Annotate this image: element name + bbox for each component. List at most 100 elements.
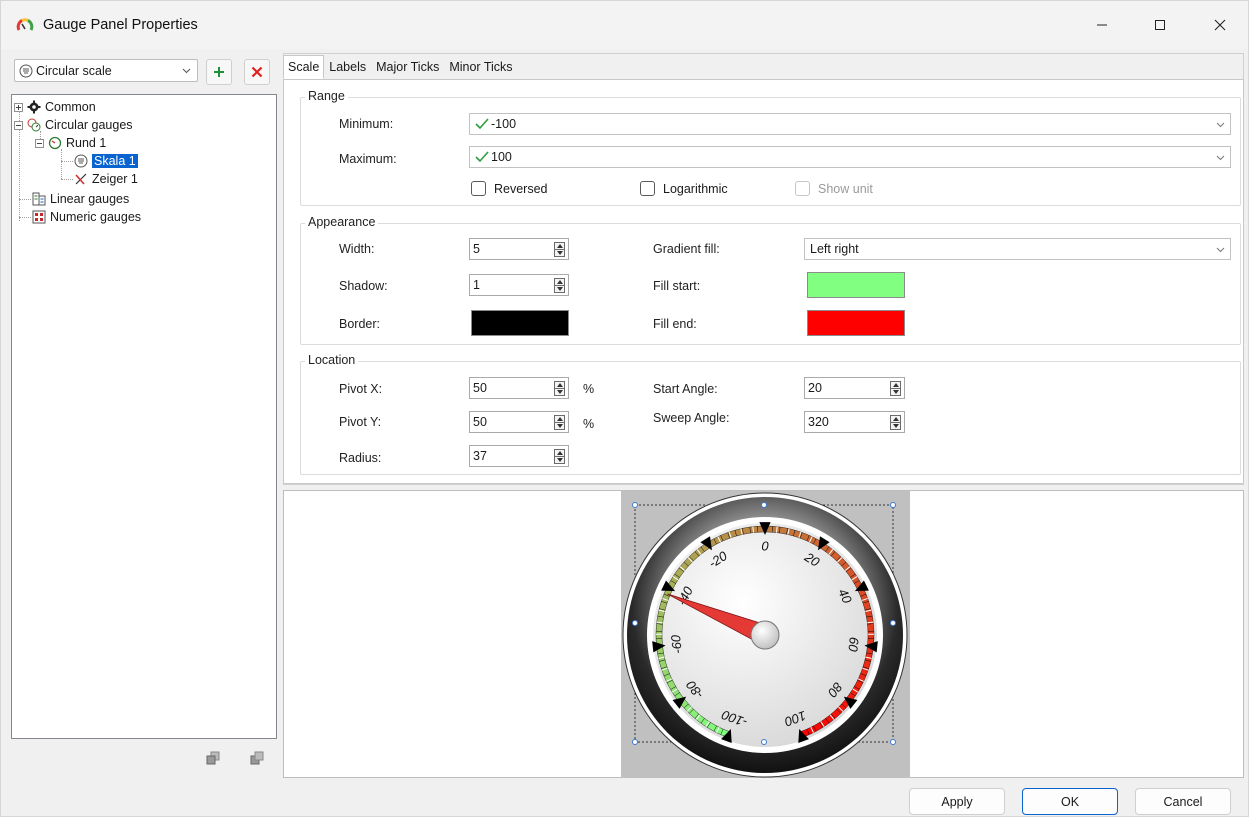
shadow-label: Shadow: bbox=[339, 279, 388, 293]
move-down-button[interactable] bbox=[246, 747, 268, 769]
maximum-label: Maximum: bbox=[339, 152, 397, 166]
tree-item-linear-gauges[interactable]: Linear gauges bbox=[32, 190, 129, 208]
minor-tick bbox=[656, 621, 663, 624]
range-title: Range bbox=[305, 89, 348, 103]
logarithmic-checkbox[interactable]: Logarithmic bbox=[640, 181, 728, 196]
window-title: Gauge Panel Properties bbox=[43, 17, 198, 33]
checkbox-box[interactable] bbox=[640, 181, 655, 196]
pivot-x-label: Pivot X: bbox=[339, 382, 383, 396]
minimize-button[interactable] bbox=[1079, 9, 1125, 41]
tree-item-label: Numeric gauges bbox=[50, 210, 142, 224]
tree-item-label: Zeiger 1 bbox=[92, 172, 138, 186]
fill-start-color-swatch[interactable] bbox=[807, 272, 905, 298]
circular-gauges-icon bbox=[27, 118, 41, 132]
delete-x-icon bbox=[251, 66, 263, 78]
tree-item-label: Common bbox=[45, 100, 96, 114]
maximum-field[interactable]: 100 bbox=[469, 146, 1231, 168]
reversed-checkbox[interactable]: Reversed bbox=[471, 181, 548, 196]
location-group bbox=[300, 361, 1241, 475]
shadow-spinner[interactable]: 1 bbox=[469, 274, 569, 296]
show-unit-label: Show unit bbox=[818, 181, 873, 196]
minor-tick bbox=[775, 526, 778, 533]
needle-icon bbox=[75, 173, 87, 185]
checkbox-box bbox=[795, 181, 810, 196]
gauge-app-icon bbox=[16, 18, 34, 31]
border-color-swatch[interactable] bbox=[471, 310, 569, 336]
gauge-icon bbox=[48, 136, 62, 150]
chevron-down-icon[interactable] bbox=[1216, 153, 1225, 162]
scale-type-value: Circular scale bbox=[36, 63, 112, 78]
checkmark-icon bbox=[475, 151, 489, 163]
gradient-fill-label: Gradient fill: bbox=[653, 242, 720, 256]
tree-item-circular-gauges[interactable]: Circular gauges bbox=[14, 116, 133, 134]
radius-label: Radius: bbox=[339, 451, 382, 465]
tree-item-zeiger-1[interactable]: Zeiger 1 bbox=[74, 170, 138, 188]
tab-strip: Scale Labels Major Ticks Minor Ticks bbox=[283, 55, 518, 79]
minimum-value: -100 bbox=[491, 117, 517, 131]
gauge-preview[interactable]: -100-80-60-40-20020406080100 bbox=[621, 491, 910, 778]
fill-start-label: Fill start: bbox=[653, 279, 701, 293]
ok-button[interactable]: OK bbox=[1022, 788, 1118, 815]
range-band-segment bbox=[779, 526, 788, 535]
scale-type-select[interactable]: Circular scale bbox=[14, 59, 198, 82]
maximize-icon bbox=[1155, 20, 1165, 30]
move-up-button[interactable] bbox=[202, 747, 224, 769]
checkbox-box[interactable] bbox=[471, 181, 486, 196]
minimum-field[interactable]: -100 bbox=[469, 113, 1231, 135]
tree-item-rund-1[interactable]: Rund 1 bbox=[35, 134, 106, 152]
expand-icon[interactable] bbox=[14, 102, 23, 112]
location-title: Location bbox=[305, 353, 359, 367]
maximum-value: 100 bbox=[491, 150, 512, 164]
range-band-segment bbox=[742, 526, 751, 535]
circular-scale-icon bbox=[19, 64, 33, 77]
tab-minor-ticks[interactable]: Minor Ticks bbox=[444, 55, 517, 79]
chevron-down-icon[interactable] bbox=[1216, 245, 1225, 254]
numeric-gauges-icon bbox=[32, 210, 46, 224]
cancel-button[interactable]: Cancel bbox=[1135, 788, 1231, 815]
logarithmic-label: Logarithmic bbox=[663, 181, 728, 196]
tab-labels[interactable]: Labels bbox=[324, 55, 371, 79]
range-band-segment bbox=[867, 630, 875, 640]
title-bar: Gauge Panel Properties bbox=[1, 1, 1248, 49]
reversed-label: Reversed bbox=[494, 181, 548, 196]
tree-item-skala-1[interactable]: Skala 1 bbox=[74, 152, 138, 170]
minor-tick bbox=[867, 621, 874, 624]
border-label: Border: bbox=[339, 317, 380, 331]
move-up-icon bbox=[206, 751, 220, 765]
scale-label: 0 bbox=[761, 538, 769, 553]
fill-end-color-swatch[interactable] bbox=[807, 310, 905, 336]
minor-tick bbox=[752, 526, 755, 533]
pivot-x-spinner[interactable]: 50 bbox=[469, 377, 569, 399]
tree-item-common[interactable]: Common bbox=[14, 98, 96, 116]
minimize-icon bbox=[1097, 24, 1107, 26]
sweep-angle-label: Sweep Angle: bbox=[653, 411, 730, 425]
pivot-x-value: 50 bbox=[473, 381, 487, 395]
width-value: 5 bbox=[473, 242, 480, 256]
start-angle-label: Start Angle: bbox=[653, 382, 718, 396]
chevron-down-icon bbox=[182, 68, 191, 74]
chevron-down-icon[interactable] bbox=[1216, 120, 1225, 129]
tree-item-numeric-gauges[interactable]: Numeric gauges bbox=[32, 208, 141, 226]
apply-button[interactable]: Apply bbox=[909, 788, 1005, 815]
tree-item-label: Rund 1 bbox=[66, 136, 107, 150]
close-button[interactable] bbox=[1197, 9, 1243, 41]
gauge-tree[interactable]: Common Circular gauges Rund 1 Skala 1 Ze… bbox=[11, 94, 277, 739]
maximize-button[interactable] bbox=[1137, 9, 1183, 41]
collapse-icon[interactable] bbox=[35, 138, 44, 148]
pivot-y-spinner[interactable]: 50 bbox=[469, 411, 569, 433]
show-unit-checkbox: Show unit bbox=[795, 181, 873, 196]
radius-spinner[interactable]: 37 bbox=[469, 445, 569, 467]
width-spinner[interactable]: 5 bbox=[469, 238, 569, 260]
sweep-angle-spinner[interactable]: 320 bbox=[804, 411, 905, 433]
add-button[interactable] bbox=[206, 59, 232, 85]
width-label: Width: bbox=[339, 242, 375, 256]
collapse-icon[interactable] bbox=[14, 120, 23, 130]
gradient-fill-select[interactable]: Left right bbox=[804, 238, 1231, 260]
start-angle-spinner[interactable]: 20 bbox=[804, 377, 905, 399]
shadow-value: 1 bbox=[473, 278, 480, 292]
range-band-segment bbox=[655, 630, 663, 640]
tab-major-ticks[interactable]: Major Ticks bbox=[371, 55, 444, 79]
delete-button[interactable] bbox=[244, 59, 270, 85]
tab-scale[interactable]: Scale bbox=[283, 55, 325, 79]
pivot-y-label: Pivot Y: bbox=[339, 415, 382, 429]
